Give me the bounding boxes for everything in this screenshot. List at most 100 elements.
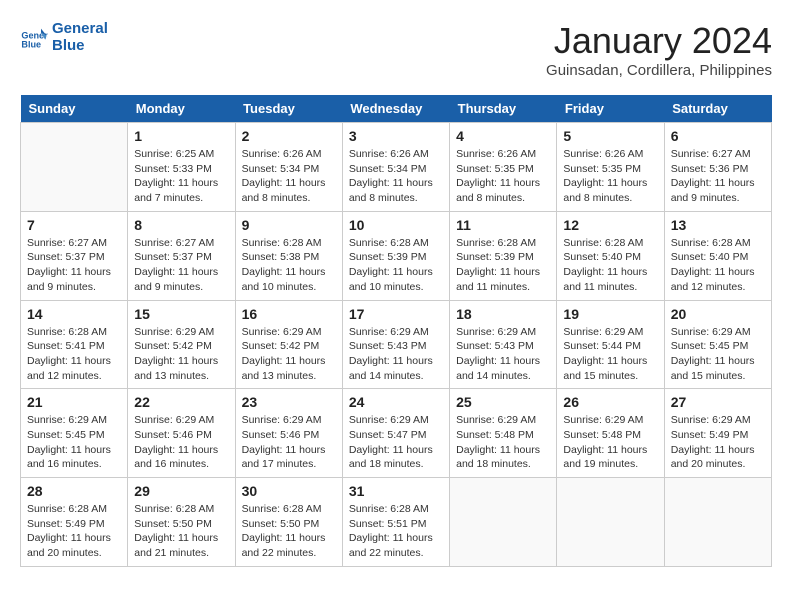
calendar-cell: 17 Sunrise: 6:29 AM Sunset: 5:43 PM Dayli… [342, 300, 449, 389]
day-number: 29 [134, 483, 228, 499]
calendar-cell [664, 478, 771, 567]
day-number: 19 [563, 306, 657, 322]
calendar-subtitle: Guinsadan, Cordillera, Philippines [546, 62, 772, 79]
header-day-wednesday: Wednesday [342, 95, 449, 123]
day-number: 22 [134, 394, 228, 410]
calendar-cell: 27Sunrise: 6:29 AM Sunset: 5:49 PM Dayli… [664, 389, 771, 478]
day-number: 10 [349, 217, 443, 233]
calendar-cell: 16Sunrise: 6:29 AM Sunset: 5:42 PM Dayli… [235, 300, 342, 389]
day-info: Sunrise: 6:28 AM Sunset: 5:50 PM Dayligh… [242, 502, 336, 561]
calendar-cell: 19 Sunrise: 6:29 AM Sunset: 5:44 PM Dayli… [557, 300, 664, 389]
day-info: Sunrise: 6:28 AM Sunset: 5:40 PM Dayligh… [563, 236, 657, 295]
day-number: 21 [27, 394, 121, 410]
calendar-week-row: 7 Sunrise: 6:27 AM Sunset: 5:37 PM Daylig… [21, 211, 772, 300]
day-info: Sunrise: 6:26 AM Sunset: 5:35 PM Dayligh… [563, 147, 657, 206]
day-info: Sunrise: 6:29 AM Sunset: 5:42 PM Dayligh… [134, 325, 228, 384]
day-info: Sunrise: 6:29 AM Sunset: 5:48 PM Dayligh… [456, 413, 550, 472]
day-number: 24 [349, 394, 443, 410]
day-number: 12 [563, 217, 657, 233]
logo-icon: General Blue [20, 23, 48, 51]
calendar-cell [21, 123, 128, 212]
page-header: General Blue General Blue January 2024 G… [20, 20, 772, 79]
calendar-cell: 15 Sunrise: 6:29 AM Sunset: 5:42 PM Dayli… [128, 300, 235, 389]
day-number: 8 [134, 217, 228, 233]
day-number: 6 [671, 128, 765, 144]
day-number: 28 [27, 483, 121, 499]
day-info: Sunrise: 6:28 AM Sunset: 5:50 PM Dayligh… [134, 502, 228, 561]
calendar-cell: 22Sunrise: 6:29 AM Sunset: 5:46 PM Dayli… [128, 389, 235, 478]
day-number: 9 [242, 217, 336, 233]
calendar-header-row: SundayMondayTuesdayWednesdayThursdayFrid… [21, 95, 772, 123]
calendar-title: January 2024 [546, 20, 772, 62]
calendar-cell: 29 Sunrise: 6:28 AM Sunset: 5:50 PM Dayli… [128, 478, 235, 567]
day-info: Sunrise: 6:27 AM Sunset: 5:37 PM Dayligh… [134, 236, 228, 295]
calendar-cell: 10 Sunrise: 6:28 AM Sunset: 5:39 PM Dayli… [342, 211, 449, 300]
calendar-cell: 13Sunrise: 6:28 AM Sunset: 5:40 PM Dayli… [664, 211, 771, 300]
calendar-cell: 18 Sunrise: 6:29 AM Sunset: 5:43 PM Dayli… [450, 300, 557, 389]
calendar-cell: 1Sunrise: 6:25 AM Sunset: 5:33 PM Daylig… [128, 123, 235, 212]
calendar-cell: 28 Sunrise: 6:28 AM Sunset: 5:49 PM Dayli… [21, 478, 128, 567]
day-number: 17 [349, 306, 443, 322]
day-info: Sunrise: 6:29 AM Sunset: 5:44 PM Dayligh… [563, 325, 657, 384]
day-number: 23 [242, 394, 336, 410]
calendar-cell [557, 478, 664, 567]
day-info: Sunrise: 6:28 AM Sunset: 5:39 PM Dayligh… [349, 236, 443, 295]
day-info: Sunrise: 6:29 AM Sunset: 5:47 PM Dayligh… [349, 413, 443, 472]
day-number: 15 [134, 306, 228, 322]
calendar-cell: 21 Sunrise: 6:29 AM Sunset: 5:45 PM Dayli… [21, 389, 128, 478]
day-number: 14 [27, 306, 121, 322]
day-info: Sunrise: 6:28 AM Sunset: 5:51 PM Dayligh… [349, 502, 443, 561]
calendar-week-row: 28 Sunrise: 6:28 AM Sunset: 5:49 PM Dayli… [21, 478, 772, 567]
calendar-cell: 4 Sunrise: 6:26 AM Sunset: 5:35 PM Daylig… [450, 123, 557, 212]
calendar-cell: 5Sunrise: 6:26 AM Sunset: 5:35 PM Daylig… [557, 123, 664, 212]
calendar-cell: 6 Sunrise: 6:27 AM Sunset: 5:36 PM Daylig… [664, 123, 771, 212]
calendar-cell: 3Sunrise: 6:26 AM Sunset: 5:34 PM Daylig… [342, 123, 449, 212]
calendar-cell: 12 Sunrise: 6:28 AM Sunset: 5:40 PM Dayli… [557, 211, 664, 300]
svg-text:Blue: Blue [21, 40, 41, 50]
day-info: Sunrise: 6:29 AM Sunset: 5:45 PM Dayligh… [27, 413, 121, 472]
calendar-week-row: 1Sunrise: 6:25 AM Sunset: 5:33 PM Daylig… [21, 123, 772, 212]
header-day-friday: Friday [557, 95, 664, 123]
day-number: 13 [671, 217, 765, 233]
calendar-cell: 26Sunrise: 6:29 AM Sunset: 5:48 PM Dayli… [557, 389, 664, 478]
day-info: Sunrise: 6:28 AM Sunset: 5:49 PM Dayligh… [27, 502, 121, 561]
calendar-cell [450, 478, 557, 567]
calendar-table: SundayMondayTuesdayWednesdayThursdayFrid… [20, 95, 772, 567]
day-number: 7 [27, 217, 121, 233]
calendar-cell: 30Sunrise: 6:28 AM Sunset: 5:50 PM Dayli… [235, 478, 342, 567]
day-info: Sunrise: 6:29 AM Sunset: 5:43 PM Dayligh… [456, 325, 550, 384]
logo-text: General Blue [52, 20, 108, 54]
header-day-saturday: Saturday [664, 95, 771, 123]
day-number: 18 [456, 306, 550, 322]
day-number: 20 [671, 306, 765, 322]
day-info: Sunrise: 6:28 AM Sunset: 5:38 PM Dayligh… [242, 236, 336, 295]
calendar-week-row: 14 Sunrise: 6:28 AM Sunset: 5:41 PM Dayli… [21, 300, 772, 389]
calendar-week-row: 21 Sunrise: 6:29 AM Sunset: 5:45 PM Dayli… [21, 389, 772, 478]
day-info: Sunrise: 6:29 AM Sunset: 5:49 PM Dayligh… [671, 413, 765, 472]
day-number: 2 [242, 128, 336, 144]
day-info: Sunrise: 6:28 AM Sunset: 5:41 PM Dayligh… [27, 325, 121, 384]
day-number: 31 [349, 483, 443, 499]
day-info: Sunrise: 6:26 AM Sunset: 5:35 PM Dayligh… [456, 147, 550, 206]
day-info: Sunrise: 6:28 AM Sunset: 5:39 PM Dayligh… [456, 236, 550, 295]
title-section: January 2024 Guinsadan, Cordillera, Phil… [546, 20, 772, 79]
day-info: Sunrise: 6:29 AM Sunset: 5:48 PM Dayligh… [563, 413, 657, 472]
calendar-cell: 11Sunrise: 6:28 AM Sunset: 5:39 PM Dayli… [450, 211, 557, 300]
calendar-cell: 25 Sunrise: 6:29 AM Sunset: 5:48 PM Dayli… [450, 389, 557, 478]
day-number: 1 [134, 128, 228, 144]
calendar-cell: 8 Sunrise: 6:27 AM Sunset: 5:37 PM Daylig… [128, 211, 235, 300]
day-number: 25 [456, 394, 550, 410]
calendar-cell: 20 Sunrise: 6:29 AM Sunset: 5:45 PM Dayli… [664, 300, 771, 389]
logo: General Blue General Blue [20, 20, 108, 54]
day-info: Sunrise: 6:26 AM Sunset: 5:34 PM Dayligh… [349, 147, 443, 206]
calendar-cell: 31 Sunrise: 6:28 AM Sunset: 5:51 PM Dayli… [342, 478, 449, 567]
day-number: 4 [456, 128, 550, 144]
day-info: Sunrise: 6:27 AM Sunset: 5:36 PM Dayligh… [671, 147, 765, 206]
day-info: Sunrise: 6:29 AM Sunset: 5:43 PM Dayligh… [349, 325, 443, 384]
header-day-tuesday: Tuesday [235, 95, 342, 123]
day-info: Sunrise: 6:29 AM Sunset: 5:45 PM Dayligh… [671, 325, 765, 384]
day-info: Sunrise: 6:26 AM Sunset: 5:34 PM Dayligh… [242, 147, 336, 206]
calendar-cell: 9 Sunrise: 6:28 AM Sunset: 5:38 PM Daylig… [235, 211, 342, 300]
header-day-thursday: Thursday [450, 95, 557, 123]
header-day-monday: Monday [128, 95, 235, 123]
